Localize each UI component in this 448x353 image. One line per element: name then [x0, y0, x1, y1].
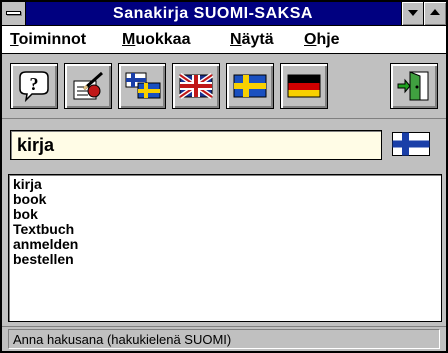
- menu-label: uokkaa: [135, 31, 191, 48]
- menu-mnemonic: O: [304, 31, 317, 48]
- menu-label: hje: [316, 31, 340, 48]
- finnish-swedish-flags-icon: [125, 72, 161, 99]
- result-list[interactable]: kirja book bok Textbuch anmelden bestell…: [8, 174, 442, 322]
- menu-label: oiminnot: [18, 31, 87, 48]
- translate-swedish-button[interactable]: [226, 63, 274, 109]
- finnish-flag-icon[interactable]: [392, 132, 430, 156]
- menu-bar: Toiminnot Muokkaa Näytä Ohje: [2, 26, 446, 54]
- menu-ohje[interactable]: Ohje: [304, 30, 340, 50]
- list-item[interactable]: book: [13, 192, 437, 207]
- list-item[interactable]: bestellen: [13, 252, 437, 267]
- menu-nayta[interactable]: Näytä: [230, 30, 274, 50]
- menu-mnemonic: M: [122, 31, 136, 48]
- toolbar: ?: [2, 55, 446, 119]
- search-input[interactable]: [10, 130, 382, 160]
- exit-door-icon: [397, 71, 429, 101]
- swedish-flag-icon: [233, 74, 267, 98]
- list-item[interactable]: bok: [13, 207, 437, 222]
- system-menu-icon: [6, 11, 21, 15]
- window-title: Sanakirja SUOMI-SAKSA: [113, 5, 313, 22]
- edit-button[interactable]: [64, 63, 112, 109]
- translate-german-button[interactable]: [280, 63, 328, 109]
- svg-text:?: ?: [30, 74, 39, 94]
- dictionary-window: Sanakirja SUOMI-SAKSA Toiminnot Muokkaa …: [0, 0, 448, 353]
- status-bar: Anna hakusana (hakukielenä SUOMI): [2, 326, 446, 351]
- menu-mnemonic: N: [230, 31, 242, 48]
- minimize-button[interactable]: [401, 2, 424, 25]
- english-flag-icon: [178, 72, 214, 100]
- edit-icon: [73, 71, 103, 100]
- title-bar[interactable]: Sanakirja SUOMI-SAKSA: [2, 2, 446, 26]
- minimize-icon: [408, 10, 418, 16]
- list-item[interactable]: kirja: [13, 177, 437, 192]
- list-item[interactable]: Textbuch: [13, 222, 437, 237]
- menu-mnemonic: T: [10, 31, 19, 48]
- exit-button[interactable]: [390, 63, 438, 109]
- menu-muokkaa[interactable]: Muokkaa: [122, 30, 190, 50]
- menu-toiminnot[interactable]: Toiminnot: [10, 30, 86, 50]
- finnish-swedish-button[interactable]: [118, 63, 166, 109]
- german-flag-icon: [287, 74, 321, 98]
- system-menu-button[interactable]: [2, 2, 26, 25]
- help-button[interactable]: ?: [10, 63, 58, 109]
- maximize-icon: [430, 9, 440, 15]
- maximize-button[interactable]: [423, 2, 446, 25]
- search-row: [2, 120, 446, 172]
- help-icon: ?: [19, 71, 49, 103]
- list-item[interactable]: anmelden: [13, 237, 437, 252]
- translate-english-button[interactable]: [172, 63, 220, 109]
- status-text: Anna hakusana (hakukielenä SUOMI): [8, 329, 440, 349]
- menu-label: äytä: [241, 31, 274, 48]
